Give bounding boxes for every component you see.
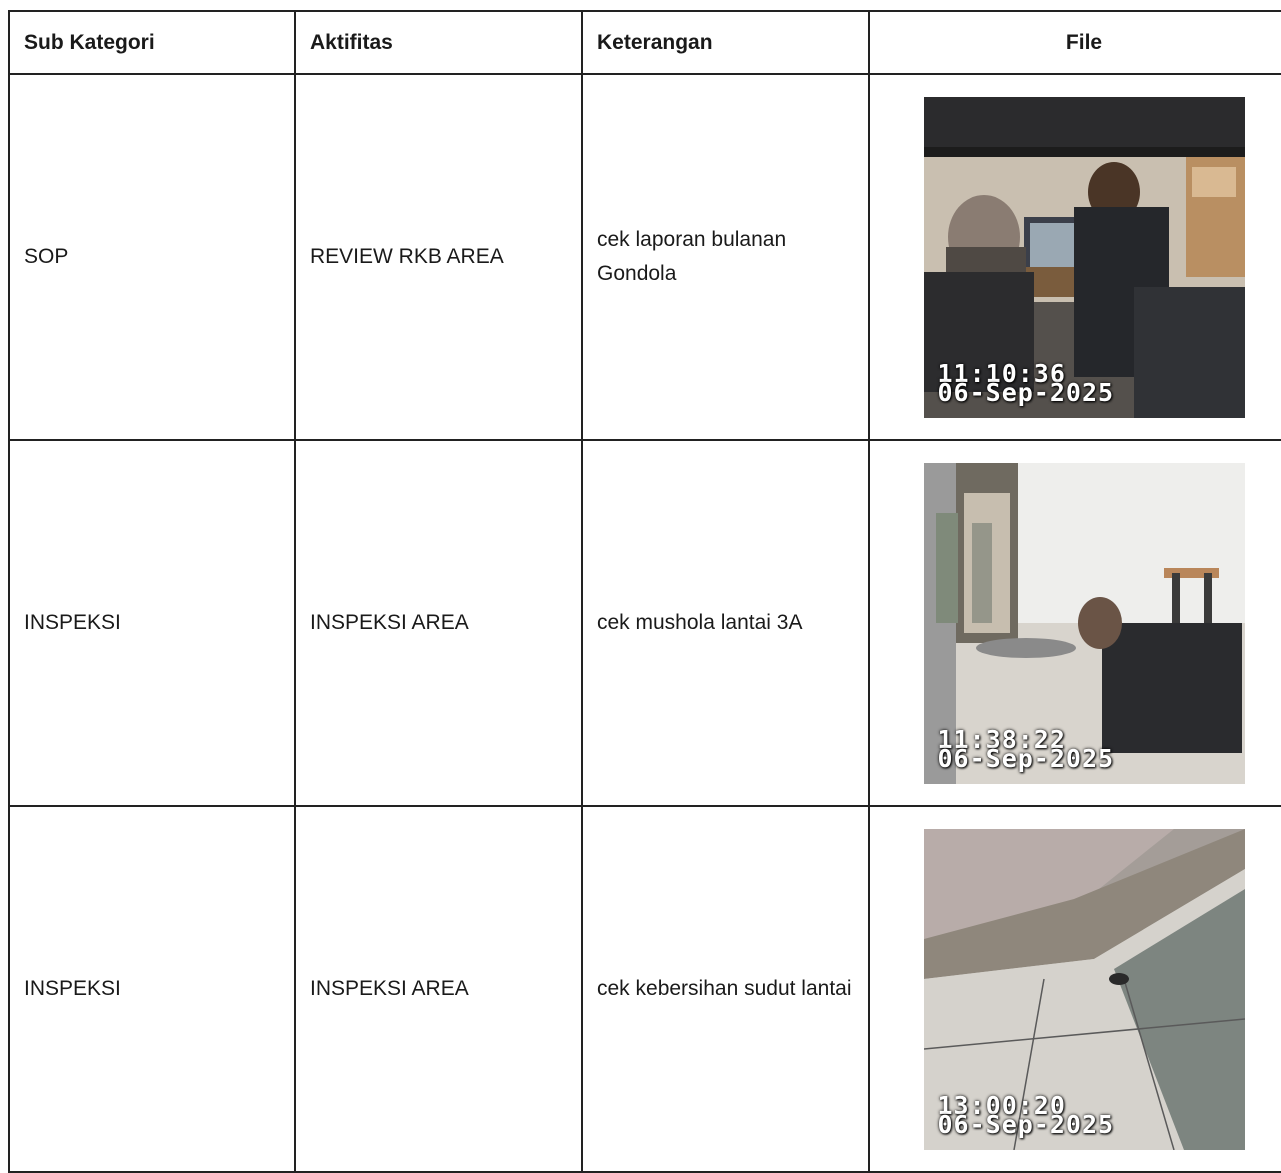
cell-sub-kategori: INSPEKSI xyxy=(8,439,296,807)
photo-timestamp: 11:10:36 06-Sep-2025 xyxy=(937,361,1115,407)
cell-sub-kategori: INSPEKSI xyxy=(8,805,296,1173)
photo-date: 06-Sep-2025 xyxy=(937,377,1115,407)
photo-date: 06-Sep-2025 xyxy=(937,743,1115,773)
cell-file: 13:00:20 06-Sep-2025 xyxy=(868,805,1281,1173)
photo-office-review[interactable]: 11:10:36 06-Sep-2025 xyxy=(923,96,1245,418)
cell-sub-kategori: SOP xyxy=(8,73,296,441)
cell-aktifitas: INSPEKSI AREA xyxy=(294,805,583,1173)
table-row: SOP REVIEW RKB AREA cek laporan bulanan … xyxy=(8,73,1281,441)
table-row: INSPEKSI INSPEKSI AREA cek kebersihan su… xyxy=(8,805,1281,1173)
photo-floor-corner[interactable]: 13:00:20 06-Sep-2025 xyxy=(923,828,1245,1150)
cell-keterangan: cek mushola lantai 3A xyxy=(581,439,870,807)
table-header-row: Sub Kategori Aktifitas Keterangan File xyxy=(8,10,1281,75)
photo-timestamp: 11:38:22 06-Sep-2025 xyxy=(937,727,1115,773)
photo-timestamp: 13:00:20 06-Sep-2025 xyxy=(937,1093,1115,1139)
activity-table: Sub Kategori Aktifitas Keterangan File S… xyxy=(8,10,1281,1173)
header-keterangan: Keterangan xyxy=(581,10,870,75)
photo-date: 06-Sep-2025 xyxy=(937,1109,1115,1139)
header-file: File xyxy=(868,10,1281,75)
table-row: INSPEKSI INSPEKSI AREA cek mushola lanta… xyxy=(8,439,1281,807)
cell-file: 11:38:22 06-Sep-2025 xyxy=(868,439,1281,807)
header-aktifitas: Aktifitas xyxy=(294,10,583,75)
cell-keterangan: cek laporan bulanan Gondola xyxy=(581,73,870,441)
cell-file: 11:10:36 06-Sep-2025 xyxy=(868,73,1281,441)
header-sub-kategori: Sub Kategori xyxy=(8,10,296,75)
cell-aktifitas: INSPEKSI AREA xyxy=(294,439,583,807)
photo-mushola-inspection[interactable]: 11:38:22 06-Sep-2025 xyxy=(923,462,1245,784)
cell-aktifitas: REVIEW RKB AREA xyxy=(294,73,583,441)
cell-keterangan: cek kebersihan sudut lantai xyxy=(581,805,870,1173)
